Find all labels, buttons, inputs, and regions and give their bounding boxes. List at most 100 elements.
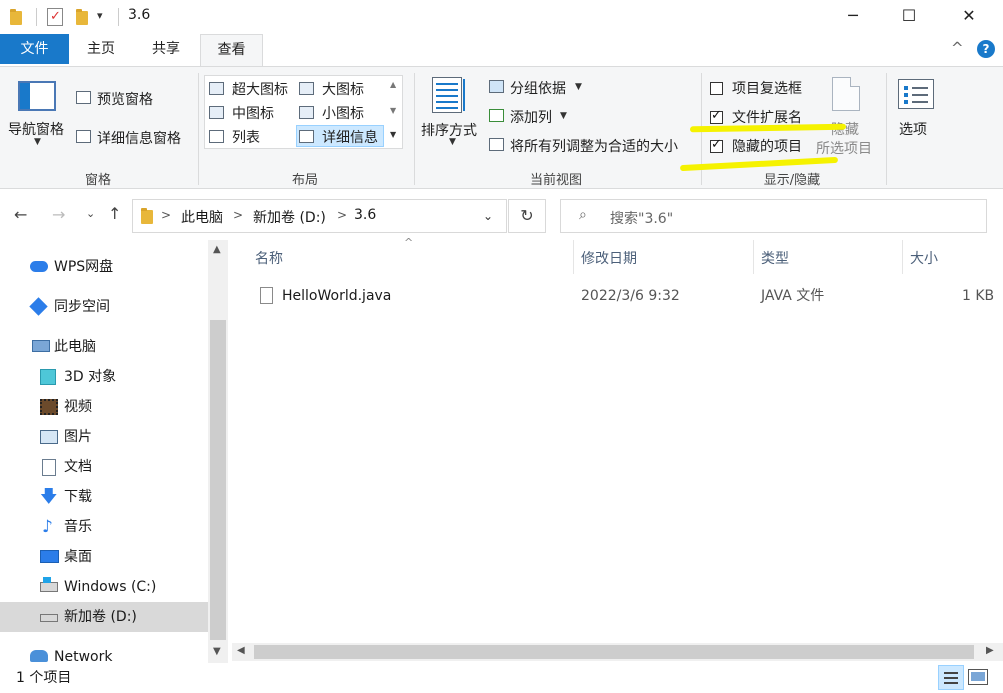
hidden-items-checkbox[interactable] (710, 137, 723, 153)
preview-pane-button[interactable]: 预览窗格 (97, 89, 153, 109)
nav-item-wps-cloud[interactable]: WPS网盘 (0, 252, 208, 282)
options-button[interactable]: 选项 (899, 119, 927, 139)
new-folder-icon[interactable] (76, 9, 88, 25)
chevron-right-icon[interactable]: > (233, 208, 243, 222)
nav-label: Windows (C:) (64, 579, 157, 595)
nav-item-pictures[interactable]: 图片 (0, 422, 208, 452)
layout-small-icons[interactable]: 小图标 (322, 103, 364, 123)
tab-share[interactable]: 共享 (133, 34, 199, 64)
recent-locations-icon[interactable]: ⌄ (86, 207, 95, 220)
sort-by-icon[interactable] (432, 77, 462, 113)
sort-ascending-icon: ^ (404, 236, 414, 249)
cube-icon (40, 369, 56, 385)
divider (118, 8, 119, 26)
divider[interactable] (753, 240, 754, 274)
nav-item-music[interactable]: ♪ 音乐 (0, 512, 208, 542)
refresh-icon[interactable]: ↻ (508, 199, 546, 233)
nav-item-network[interactable]: Network (0, 642, 208, 663)
scroll-down-icon[interactable]: ▼ (213, 646, 221, 657)
breadcrumb-current[interactable]: 3.6 (354, 207, 376, 223)
divider (198, 73, 199, 185)
nav-item-documents[interactable]: 文档 (0, 452, 208, 482)
navigation-pane-button[interactable]: 导航窗格 (8, 119, 64, 139)
nav-scrollbar[interactable]: ▲ ▼ (208, 240, 228, 663)
collapse-ribbon-icon[interactable]: ^ (951, 39, 964, 57)
ribbon-tabs: 文件 主页 共享 查看 ^ ? (0, 34, 1003, 67)
table-row[interactable]: HelloWorld.java 2022/3/6 9:32 JAVA 文件 1 … (228, 284, 1003, 308)
preview-pane-icon (76, 91, 91, 104)
nav-item-downloads[interactable]: 🡇 下载 (0, 482, 208, 512)
chevron-right-icon[interactable]: > (161, 208, 171, 222)
document-icon (42, 459, 56, 476)
search-input[interactable]: ⌕ 搜索"3.6" (560, 199, 987, 233)
tab-view[interactable]: 查看 (200, 34, 263, 67)
layout-medium-icons[interactable]: 中图标 (232, 103, 274, 123)
hide-selected-icon[interactable] (832, 77, 860, 111)
column-header-size[interactable]: 大小 (910, 240, 938, 278)
close-button[interactable]: ✕ (946, 0, 992, 32)
help-icon[interactable]: ? (977, 40, 995, 58)
minimize-button[interactable]: ─ (830, 0, 876, 32)
chevron-down-icon[interactable]: ▼ (560, 111, 567, 121)
nav-item-3d-objects[interactable]: 3D 对象 (0, 362, 208, 392)
divider[interactable] (573, 240, 574, 274)
expand-gallery-icon[interactable]: ▼ (390, 130, 396, 139)
scrollbar-thumb[interactable] (210, 320, 226, 640)
layout-extra-large-icons[interactable]: 超大图标 (232, 79, 288, 99)
scroll-right-icon[interactable]: ▶ (986, 645, 994, 656)
search-placeholder: 搜索"3.6" (610, 211, 674, 227)
chevron-down-icon[interactable]: ▼ (449, 137, 456, 147)
maximize-button[interactable]: ☐ (886, 0, 932, 32)
up-arrow-icon[interactable]: ↑ (108, 204, 121, 223)
hide-selected-label-2[interactable]: 所选项目 (816, 138, 872, 158)
details-view-icon[interactable] (938, 665, 964, 690)
nav-item-sync-space[interactable]: 同步空间 (0, 292, 208, 322)
details-pane-button[interactable]: 详细信息窗格 (97, 128, 181, 148)
layout-list[interactable]: 列表 (232, 127, 260, 147)
properties-icon[interactable]: ✓ (47, 8, 63, 26)
divider[interactable] (902, 240, 903, 274)
file-extensions-checkbox[interactable] (710, 108, 723, 124)
breadcrumb-drive-d[interactable]: 新加卷 (D:) (253, 207, 326, 227)
address-dropdown-icon[interactable]: ⌄ (483, 209, 493, 223)
layout-large-icons[interactable]: 大图标 (322, 79, 364, 99)
column-header-type[interactable]: 类型 (761, 240, 789, 278)
nav-item-videos[interactable]: 视频 (0, 392, 208, 422)
folder-icon (10, 9, 22, 25)
breadcrumb-this-pc[interactable]: 此电脑 (181, 207, 223, 227)
nav-item-desktop[interactable]: 桌面 (0, 542, 208, 572)
group-by-button[interactable]: 分组依据 (510, 78, 566, 98)
nav-item-drive-d[interactable]: 新加卷 (D:) (0, 602, 208, 632)
forward-arrow-icon[interactable]: → (52, 205, 65, 224)
options-icon[interactable] (898, 79, 934, 109)
group-label-layout: 布局 (291, 173, 318, 188)
column-header-name[interactable]: 名称 (255, 240, 283, 278)
network-icon (30, 650, 48, 662)
column-header-date[interactable]: 修改日期 (581, 240, 637, 278)
scroll-up-icon[interactable]: ▲ (213, 244, 221, 255)
nav-item-drive-c[interactable]: Windows (C:) (0, 572, 208, 602)
file-type: JAVA 文件 (761, 288, 825, 304)
chevron-right-icon[interactable]: > (337, 208, 347, 222)
add-column-button[interactable]: 添加列 (510, 107, 552, 127)
details-icon (299, 130, 314, 143)
layout-details[interactable]: 详细信息 (322, 127, 378, 147)
tab-home[interactable]: 主页 (69, 34, 133, 64)
chevron-down-icon[interactable]: ▼ (34, 137, 41, 147)
scroll-left-icon[interactable]: ◀ (237, 645, 245, 656)
address-box[interactable]: > 此电脑 > 新加卷 (D:) > 3.6 ⌄ (132, 199, 507, 233)
back-arrow-icon[interactable]: ← (14, 205, 27, 224)
tab-file[interactable]: 文件 (0, 34, 69, 64)
quick-access-dropdown[interactable]: ▾ (97, 9, 103, 22)
scroll-down-icon[interactable]: ▼ (390, 106, 396, 115)
large-icons-view-icon[interactable] (968, 669, 988, 685)
navigation-pane-icon[interactable] (18, 81, 56, 111)
nav-label: 图片 (64, 429, 92, 445)
item-checkboxes-checkbox[interactable] (710, 82, 723, 95)
scrollbar-thumb[interactable] (254, 645, 974, 659)
nav-item-this-pc[interactable]: 此电脑 (0, 332, 208, 362)
scroll-up-icon[interactable]: ▲ (390, 80, 396, 89)
chevron-down-icon[interactable]: ▼ (575, 82, 582, 92)
size-all-columns-button[interactable]: 将所有列调整为合适的大小 (510, 136, 678, 156)
horizontal-scrollbar[interactable]: ◀ ▶ (232, 643, 1003, 661)
